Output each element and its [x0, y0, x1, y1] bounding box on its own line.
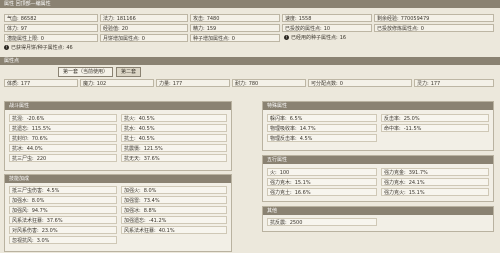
combat-stat: 抗土: 40.5%: [121, 134, 227, 142]
special-stat: 躲闪率: 6.5%: [267, 114, 377, 122]
attr-tizhi: 体质: 177: [4, 79, 78, 87]
five-stat: 强力克火: 15.1%: [381, 188, 489, 196]
skill-stat: 抵三尸虫伤害: 4.5%: [9, 186, 117, 194]
combat-title: 战斗属性: [5, 102, 231, 110]
tab-plan-2[interactable]: 第二套: [116, 67, 142, 77]
stat-sudu: 速度: 1558: [282, 14, 372, 22]
stat-gongji: 攻击: 7480: [190, 14, 280, 22]
skill-title: 技能加成: [5, 175, 231, 183]
skill-stat: 加强遗忘: -41.2%: [121, 216, 227, 224]
stat-obtained-points: ! 已获得月饼/种子属性点: 46: [4, 45, 73, 51]
five-stat: 强力克土: 16.6%: [267, 188, 377, 196]
special-stat: 物理吸收率: 14.7%: [267, 124, 377, 132]
header-bar: 属性 回顶部—编属性: [0, 0, 500, 8]
skill-stat: 风系法术狂暴: 37.6%: [9, 216, 117, 224]
stat-potential-cap: 潜能属性上限: 0: [4, 34, 98, 42]
stat-exp-left: 剩余经验: 770059479: [374, 14, 494, 22]
skill-stat: 对风系伤害: 23.0%: [9, 226, 117, 234]
stat-fali: 法力: 181166: [100, 14, 188, 22]
combat-stat: 抗三尸虫: 220: [9, 154, 117, 162]
five-stat: 强力克木: 15.1%: [267, 178, 377, 186]
attr-points-title: 属性点: [4, 58, 20, 64]
stat-exp: 经验值: 20: [100, 24, 188, 32]
stat-mooncake-points: 月饼增加属性点: 0: [100, 34, 188, 42]
stat-used-seed-points: ! 已经用的种子属性点: 16: [284, 35, 347, 41]
combat-stat: 抗封印: 70.6%: [9, 134, 117, 142]
skill-stat: 加强火: 8.0%: [121, 186, 227, 194]
other-panel: 其他 抗反震: 2500: [262, 206, 494, 232]
five-stat: 强力克金: 391.7%: [381, 168, 489, 176]
five-title: 五行属性: [263, 156, 493, 164]
combat-stat: 抗遗忘: 115.5%: [9, 124, 117, 132]
skill-stat: 加强风: 94.7%: [9, 206, 117, 214]
combat-stat: 抗震慑: 121.5%: [121, 144, 227, 152]
attr-points-bar: 属性点: [0, 57, 500, 65]
info-icon: !: [284, 35, 289, 40]
skill-stat: 加强水: 8.0%: [9, 196, 117, 204]
plan-tabs: 第一套（当前使用） 第二套: [58, 67, 142, 77]
tab-plan-1[interactable]: 第一套（当前使用）: [58, 67, 114, 77]
combat-stat: 抗冰: 44.0%: [9, 144, 117, 152]
combat-stat: 抗火: 40.5%: [121, 114, 227, 122]
info-icon: !: [4, 45, 9, 50]
five-stat: 火: 100: [267, 168, 377, 176]
combat-stat: 抗混: -20.6%: [9, 114, 117, 122]
attr-liliang: 力量: 177: [156, 79, 230, 87]
stat-qixue: 气血: 86582: [4, 14, 98, 22]
combat-stat: 抗无天: 37.6%: [121, 154, 227, 162]
combat-stat: 抗水: 40.5%: [121, 124, 227, 132]
stat-placed-points: 已投放的属性点: 10: [282, 24, 372, 32]
stat-tili: 体力: 97: [4, 24, 98, 32]
attr-moli: 魔力: 102: [80, 79, 154, 87]
header-title: 属性 回顶部—编属性: [4, 1, 51, 7]
stat-placed-cultivation: 已投放修炼属性点: 0: [374, 24, 494, 32]
five-stat: 强力克水: 24.1%: [381, 178, 489, 186]
skill-stat: 忽视抗风: 3.0%: [9, 236, 117, 244]
skill-stat: 风系法术狂暴: 40.1%: [121, 226, 227, 234]
other-stat: 抗反震: 2500: [267, 218, 377, 226]
skill-panel: 技能加成 抵三尸虫伤害: 4.5% 加强火: 8.0% 加强水: 8.0% 加强雷: 7…: [4, 174, 232, 252]
special-stat: 反击率: 25.0%: [381, 114, 489, 122]
skill-stat: 加强雷: 73.4%: [121, 196, 227, 204]
other-title: 其他: [263, 207, 493, 215]
stat-jingli: 精力: 159: [190, 24, 280, 32]
special-title: 特殊属性: [263, 102, 493, 110]
combat-panel: 战斗属性 抗混: -20.6% 抗火: 40.5% 抗遗忘: 115.5% 抗水: 40…: [4, 101, 232, 171]
stat-seed-points: 种子增加属性点: 0: [190, 34, 280, 42]
special-panel: 特殊属性 躲闪率: 6.5% 反击率: 25.0% 物理吸收率: 14.7% 命中率:…: [262, 101, 494, 151]
attr-lingli: 灵力: 177: [414, 79, 494, 87]
attr-naili: 耐力: 780: [232, 79, 306, 87]
special-stat: 命中率: -11.5%: [381, 124, 489, 132]
skill-stat: 加强冰: 8.8%: [121, 206, 227, 214]
attr-available: 可分配点数: 0: [308, 79, 412, 87]
five-elements-panel: 五行属性 火: 100 强力克金: 391.7% 强力克木: 15.1% 强力克水: 2…: [262, 155, 494, 202]
special-stat: 物理反击率: 4.5%: [267, 134, 377, 142]
